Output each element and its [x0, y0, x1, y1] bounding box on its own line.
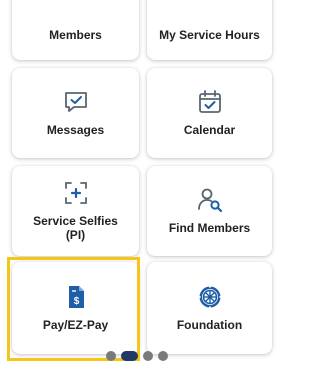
- service-selfies-label: Service Selfies (PI): [33, 214, 118, 242]
- person-search-icon: [197, 188, 222, 213]
- find-members-label: Find Members: [168, 221, 251, 235]
- service-hours-label: My Service Hours: [159, 28, 260, 42]
- foundation-tile[interactable]: Foundation: [147, 262, 272, 354]
- service-selfies-label-line2: (PI): [65, 228, 86, 242]
- calendar-check-icon: [198, 90, 221, 113]
- messages-tile[interactable]: Messages: [12, 68, 139, 158]
- chat-bubble-check-icon: [64, 92, 87, 112]
- camera-frame-plus-icon: [64, 182, 87, 204]
- service-selfies-label-line1: Service Selfies: [33, 214, 118, 228]
- calendar-tile[interactable]: Calendar: [147, 68, 272, 158]
- rotary-wheel-icon: [198, 285, 221, 309]
- members-tile[interactable]: Members: [12, 0, 139, 60]
- document-dollar-icon: $: [68, 286, 84, 308]
- foundation-label: Foundation: [176, 318, 243, 332]
- pay-ez-pay-label: Pay/EZ-Pay: [42, 318, 109, 332]
- service-selfies-tile[interactable]: Service Selfies (PI): [12, 166, 139, 256]
- members-label: Members: [49, 28, 102, 42]
- page-dot-1[interactable]: [106, 351, 116, 361]
- find-members-tile[interactable]: Find Members: [147, 166, 272, 256]
- page-dot-3[interactable]: [143, 351, 153, 361]
- svg-text:$: $: [73, 296, 79, 307]
- pay-ez-pay-tile[interactable]: $ Pay/EZ-Pay: [12, 262, 139, 354]
- calendar-label: Calendar: [183, 123, 236, 137]
- messages-label: Messages: [46, 123, 105, 137]
- service-hours-tile[interactable]: My Service Hours: [147, 0, 272, 60]
- page-dot-4[interactable]: [158, 351, 168, 361]
- page-indicator: [106, 350, 168, 362]
- app-screen: Members My Service Hours Messages Calend…: [0, 0, 283, 372]
- page-dot-2-active[interactable]: [121, 351, 138, 361]
